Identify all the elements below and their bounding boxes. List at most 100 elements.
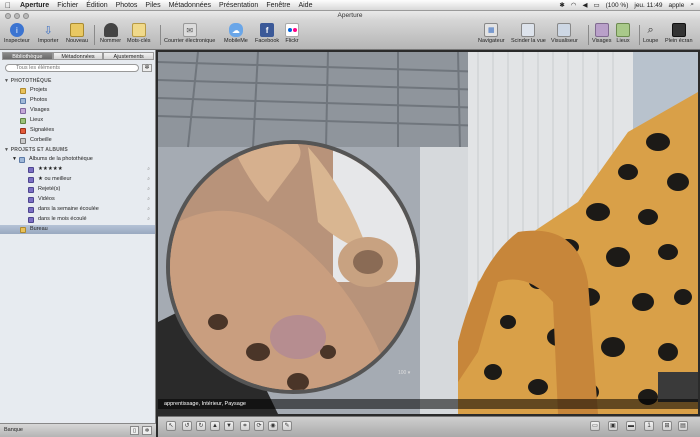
mobileme-button[interactable]: ☁ MobileMe <box>224 23 248 44</box>
disclosure-triangle-icon: ▼ <box>4 78 10 84</box>
flickr-button[interactable]: Flickr <box>285 23 299 44</box>
menu-app[interactable]: Aperture <box>16 2 53 9</box>
single-view-icon[interactable]: ▬ <box>626 421 636 431</box>
smart-album-search-icon[interactable]: ⌕ <box>147 175 150 184</box>
new-project-icon <box>70 23 85 37</box>
sidebar-item-album-1-etoile[interactable]: ★ ou meilleur ⌕ <box>0 175 155 184</box>
section-projets-albums[interactable]: ▼ PROJETS ET ALBUMS <box>4 147 68 153</box>
smart-album-icon <box>28 216 34 223</box>
zoom-window-button[interactable] <box>23 13 29 19</box>
menu-piles[interactable]: Piles <box>141 2 164 9</box>
menu-metadonnees[interactable]: Métadonnées <box>165 2 215 9</box>
sidebar-item-visages[interactable]: Visages <box>0 106 155 115</box>
project-folder-icon <box>20 226 26 233</box>
vault-icon[interactable]: ▯ <box>130 426 139 435</box>
gear-icon[interactable]: ✲ <box>142 426 152 435</box>
nouveau-button[interactable]: Nouveau <box>66 23 88 44</box>
sidebar-item-bureau[interactable]: Bureau <box>0 225 155 234</box>
viewer-mode-icon[interactable]: ▭ <box>590 421 600 431</box>
loupe-zoom-level[interactable]: 100 ▾ <box>398 370 410 376</box>
split-view-icon <box>521 23 536 37</box>
sidebar-item-album-videos[interactable]: Vidéos ⌕ <box>0 195 155 204</box>
menu-edition[interactable]: Édition <box>82 2 111 9</box>
bluetooth-icon[interactable]: ✱ <box>559 1 564 9</box>
primary-only-icon[interactable]: 1 <box>644 421 654 431</box>
sidebar-item-photos[interactable]: Photos <box>0 96 155 105</box>
stamp-tool-icon[interactable]: ▼ <box>224 421 234 431</box>
sidebar-item-projets[interactable]: Projets <box>0 86 155 95</box>
trash-icon <box>20 137 26 144</box>
brush-tool-icon[interactable]: ✎ <box>282 421 292 431</box>
menu-presentation[interactable]: Présentation <box>215 2 262 9</box>
smart-album-search-icon[interactable]: ⌕ <box>147 165 150 174</box>
multi-view-icon[interactable]: ⊞ <box>662 421 672 431</box>
sidebar-item-album-rejetes[interactable]: Rejeté(s) ⌕ <box>0 185 155 194</box>
sidebar-item-corbeille[interactable]: Corbeille <box>0 136 155 145</box>
mots-cles-button[interactable]: Mots-clés <box>127 23 151 44</box>
sidebar-item-album-mois[interactable]: dans le mois écoulé ⌕ <box>0 215 155 224</box>
scinder-button[interactable]: Scinder la vue <box>511 23 546 44</box>
importer-button[interactable]: ⇩ Importer <box>38 23 58 45</box>
courrier-button[interactable]: ✉ Courrier électronique <box>164 23 215 44</box>
sidebar-item-album-5-etoiles[interactable]: ★★★★★ ⌕ <box>0 165 155 174</box>
battery-icon[interactable]: ▭ <box>593 1 599 9</box>
straighten-tool-icon[interactable]: ⟳ <box>254 421 264 431</box>
spotlight-icon[interactable]: ⌕ <box>690 1 694 9</box>
gear-icon[interactable]: ✲ <box>142 64 152 72</box>
smart-album-icon <box>28 196 34 203</box>
apple-menu-icon[interactable]:  <box>0 1 16 10</box>
red-eye-tool-icon[interactable]: ◉ <box>268 421 278 431</box>
lieux-button[interactable]: Lieux <box>616 23 630 44</box>
crop-tool-icon[interactable]: ⌗ <box>240 421 250 431</box>
photo-viewer[interactable]: 100 ▾ apprentissage, Intérieur, Paysage <box>158 52 698 414</box>
tab-metadonnees[interactable]: Métadonnées <box>52 52 104 60</box>
pointer-tool-icon[interactable]: ↖ <box>166 421 176 431</box>
sidebar-item-albums-phototheque[interactable]: ▼ Albums de la photothèque <box>0 155 155 164</box>
sidebar-item-lieux[interactable]: Lieux <box>0 116 155 125</box>
section-phototheque[interactable]: ▼ PHOTOTHÈQUE <box>4 78 51 84</box>
disclosure-triangle-icon: ▼ <box>12 156 17 162</box>
menu-fichier[interactable]: Fichier <box>53 2 82 9</box>
library-search-input[interactable] <box>5 64 139 72</box>
menu-bar:  Aperture Fichier Édition Photos Piles … <box>0 0 700 11</box>
aperture-window:  Aperture Fichier Édition Photos Piles … <box>0 0 700 437</box>
nommer-button[interactable]: Nommer <box>100 23 121 44</box>
smart-album-icon <box>28 176 34 183</box>
smart-album-search-icon[interactable]: ⌕ <box>147 205 150 214</box>
smart-album-search-icon[interactable]: ⌕ <box>147 195 150 204</box>
lift-tool-icon[interactable]: ▲ <box>210 421 220 431</box>
tab-ajustements[interactable]: Ajustements <box>103 52 155 60</box>
smart-album-icon <box>28 166 34 173</box>
sidebar-item-album-semaine[interactable]: dans la semaine écoulée ⌕ <box>0 205 155 214</box>
visualiseur-button[interactable]: Visualiseur <box>551 23 578 44</box>
smart-album-search-icon[interactable]: ⌕ <box>147 185 150 194</box>
smart-album-search-icon[interactable]: ⌕ <box>147 215 150 224</box>
wifi-icon[interactable]: ◠ <box>571 1 577 9</box>
person-icon <box>103 23 118 37</box>
clock[interactable]: jeu. 11:49 <box>634 2 662 9</box>
menu-photos[interactable]: Photos <box>112 2 142 9</box>
sidebar-item-signalees[interactable]: Signalées <box>0 126 155 135</box>
minimize-window-button[interactable] <box>14 13 20 19</box>
sidebar-footer: Banque ▯ ✲ <box>0 423 156 437</box>
visages-button[interactable]: Visages <box>592 23 611 44</box>
photos-icon <box>20 97 26 104</box>
volume-icon[interactable]: ◀ <box>582 1 587 9</box>
filmstrip-icon[interactable]: ▤ <box>678 421 688 431</box>
facebook-icon: f <box>260 23 275 37</box>
fullscreen-mode-icon[interactable]: ▣ <box>608 421 618 431</box>
inspecteur-button[interactable]: i Inspecteur <box>4 23 30 44</box>
plein-ecran-button[interactable]: Plein écran <box>665 23 693 44</box>
close-window-button[interactable] <box>5 13 11 19</box>
rotate-right-icon[interactable]: ↻ <box>196 421 206 431</box>
facebook-button[interactable]: f Facebook <box>255 23 279 44</box>
menu-aide[interactable]: Aide <box>294 2 316 9</box>
folder-icon <box>18 156 25 163</box>
navigateur-button[interactable]: ▦ Navigateur <box>478 23 505 44</box>
battery-status[interactable]: (100 %) <box>606 2 629 9</box>
menu-fenetre[interactable]: Fenêtre <box>262 2 294 9</box>
loupe-button[interactable]: ⌕ Loupe <box>643 23 658 45</box>
tab-bibliotheque[interactable]: Bibliothèque <box>2 52 53 60</box>
rotate-left-icon[interactable]: ↺ <box>182 421 192 431</box>
user-menu[interactable]: apple <box>668 2 684 9</box>
